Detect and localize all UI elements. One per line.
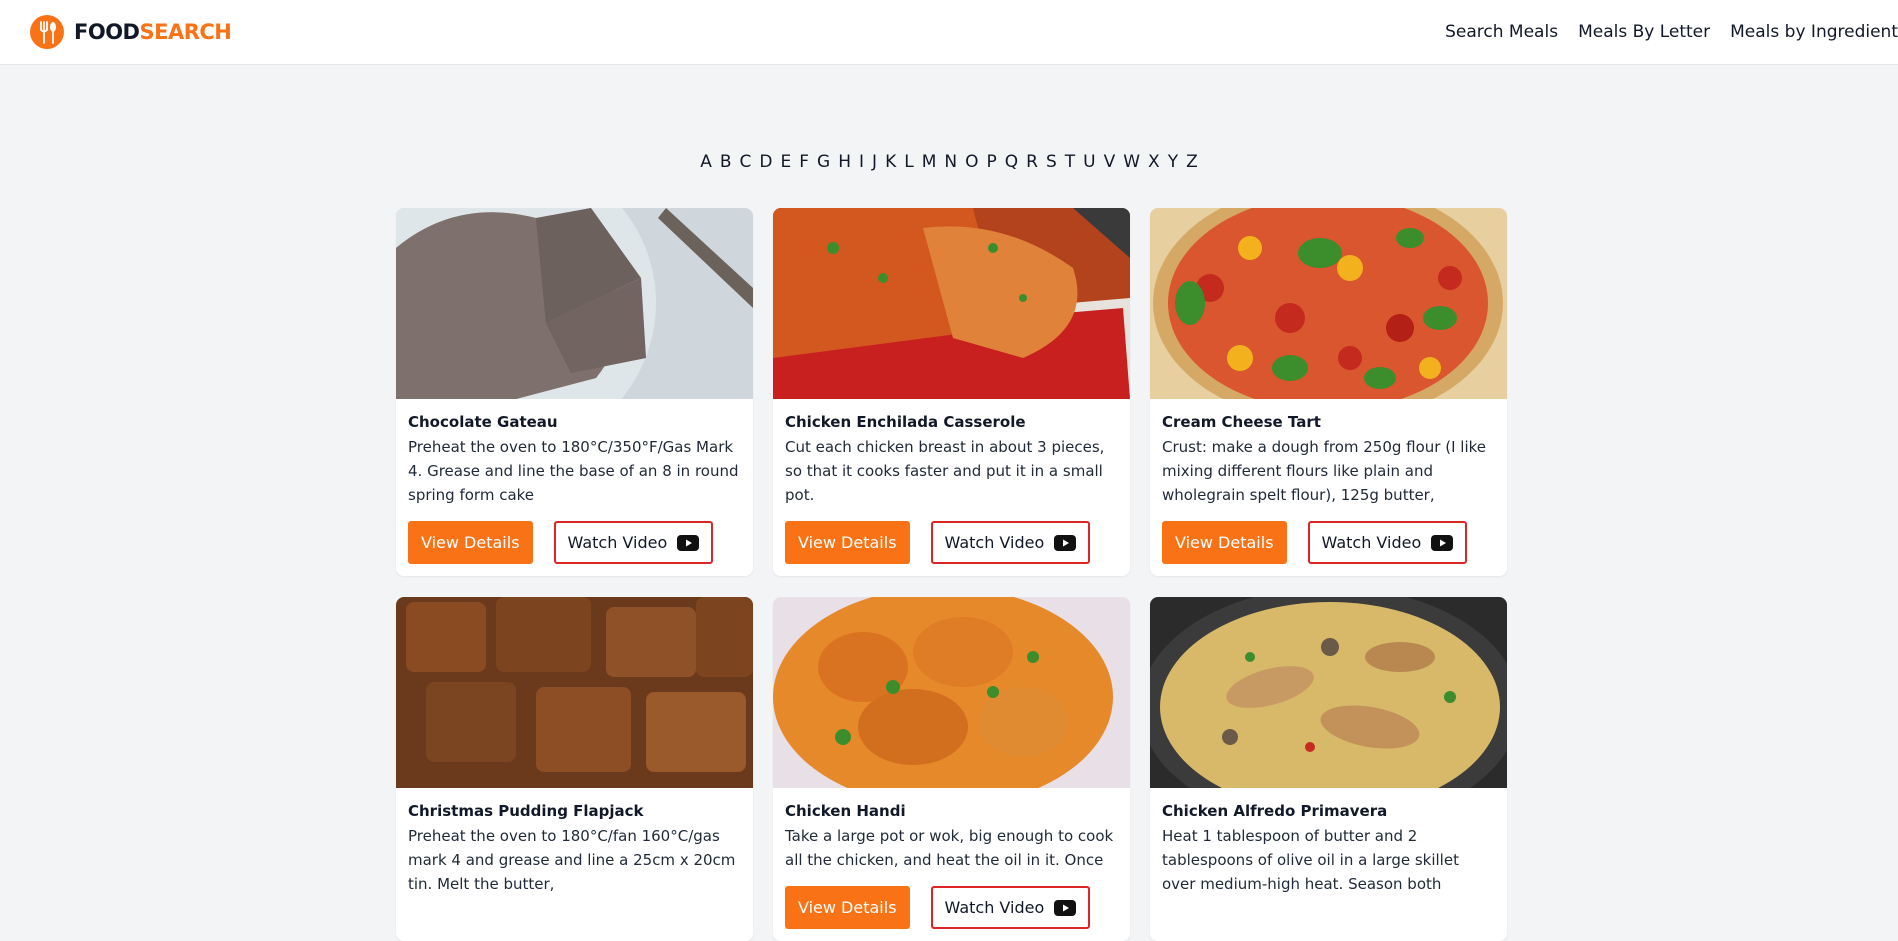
letter-link[interactable]: I	[857, 152, 866, 172]
letter-link[interactable]: K	[883, 152, 898, 172]
fork-spoon-icon	[30, 15, 64, 49]
letter-filter: A B C D E F G H I J K L M N O P Q R S T …	[0, 152, 1898, 172]
view-details-button[interactable]: View Details	[1162, 521, 1287, 564]
brand-word-2: SEARCH	[139, 20, 232, 44]
meal-description: Preheat the oven to 180°C/fan 160°C/gas …	[408, 827, 736, 893]
letter-link[interactable]: J	[870, 152, 879, 172]
watch-video-label: Watch Video	[1321, 533, 1422, 552]
letter-link[interactable]: F	[797, 152, 811, 172]
letter-link[interactable]: P	[984, 152, 998, 172]
letter-link[interactable]: Q	[1003, 152, 1020, 172]
watch-video-button[interactable]: Watch Video	[930, 521, 1091, 564]
meal-image-chicken-handi[interactable]	[773, 597, 1130, 788]
meal-image-cream-cheese-tart[interactable]	[1150, 208, 1507, 399]
letter-link[interactable]: G	[815, 152, 832, 172]
letter-link[interactable]: E	[779, 152, 794, 172]
letter-link[interactable]: W	[1121, 152, 1142, 172]
meal-grid: Chocolate Gateau Preheat the oven to 180…	[396, 208, 1507, 941]
meal-image-christmas-pudding-flapjack[interactable]	[396, 597, 753, 788]
letter-link[interactable]: Y	[1166, 152, 1180, 172]
meal-card: Christmas Pudding Flapjack Preheat the o…	[396, 597, 753, 941]
meal-title: Chicken Alfredo Primavera	[1162, 802, 1388, 820]
brand-name: FOODSEARCH	[74, 20, 232, 44]
letter-link[interactable]: C	[738, 152, 754, 172]
meal-image-chicken-alfredo-primavera[interactable]	[1150, 597, 1507, 788]
meal-card: Chicken Handi Take a large pot or wok, b…	[773, 597, 1130, 941]
meal-description: Heat 1 tablespoon of butter and 2 tables…	[1162, 827, 1459, 893]
top-header: FOODSEARCH Search Meals Meals By Letter …	[0, 0, 1898, 65]
meal-description: Crust: make a dough from 250g flour (I l…	[1162, 438, 1487, 504]
meal-title: Chicken Enchilada Casserole	[785, 413, 1026, 431]
letter-link[interactable]: N	[942, 152, 959, 172]
view-details-button[interactable]: View Details	[785, 886, 910, 929]
view-details-button[interactable]: View Details	[408, 521, 533, 564]
watch-video-label: Watch Video	[944, 898, 1045, 917]
meal-description: Take a large pot or wok, big enough to c…	[785, 827, 1114, 869]
letter-link[interactable]: O	[963, 152, 980, 172]
letter-link[interactable]: V	[1102, 152, 1118, 172]
meal-card: Chicken Enchilada Casserole Cut each chi…	[773, 208, 1130, 576]
meal-title: Chocolate Gateau	[408, 413, 558, 431]
letter-link[interactable]: U	[1081, 152, 1097, 172]
watch-video-button[interactable]: Watch Video	[553, 521, 714, 564]
meal-image-chicken-enchilada-casserole[interactable]	[773, 208, 1130, 399]
meal-title: Chicken Handi	[785, 802, 906, 820]
meal-description: Preheat the oven to 180°C/350°F/Gas Mark…	[408, 438, 739, 504]
meal-title: Cream Cheese Tart	[1162, 413, 1321, 431]
nav-meals-by-ingredient[interactable]: Meals by Ingredient	[1730, 22, 1898, 42]
letter-link[interactable]: Z	[1184, 152, 1200, 172]
brand-word-1: FOOD	[74, 20, 140, 44]
youtube-icon	[1431, 534, 1454, 551]
meal-title: Christmas Pudding Flapjack	[408, 802, 644, 820]
main-nav: Search Meals Meals By Letter Meals by In…	[1445, 22, 1898, 42]
youtube-icon	[1054, 899, 1077, 916]
letter-link[interactable]: B	[718, 152, 734, 172]
letter-link[interactable]: S	[1044, 152, 1059, 172]
youtube-icon	[1054, 534, 1077, 551]
letter-link[interactable]: R	[1024, 152, 1040, 172]
letter-link[interactable]: M	[920, 152, 939, 172]
meal-card: Chicken Alfredo Primavera Heat 1 tablesp…	[1150, 597, 1507, 941]
watch-video-button[interactable]: Watch Video	[930, 886, 1091, 929]
view-details-button[interactable]: View Details	[785, 521, 910, 564]
watch-video-label: Watch Video	[567, 533, 668, 552]
letter-link[interactable]: H	[836, 152, 853, 172]
logo[interactable]: FOODSEARCH	[29, 14, 232, 50]
nav-search-meals[interactable]: Search Meals	[1445, 22, 1558, 42]
meal-description: Cut each chicken breast in about 3 piece…	[785, 438, 1105, 504]
letter-link[interactable]: T	[1063, 152, 1077, 172]
letter-link[interactable]: L	[902, 152, 915, 172]
letter-link[interactable]: A	[698, 152, 714, 172]
nav-meals-by-letter[interactable]: Meals By Letter	[1578, 22, 1710, 42]
meal-card: Cream Cheese Tart Crust: make a dough fr…	[1150, 208, 1507, 576]
watch-video-label: Watch Video	[944, 533, 1045, 552]
youtube-icon	[677, 534, 700, 551]
meal-image-chocolate-gateau[interactable]	[396, 208, 753, 399]
letter-link[interactable]: D	[757, 152, 774, 172]
meal-card: Chocolate Gateau Preheat the oven to 180…	[396, 208, 753, 576]
letter-link[interactable]: X	[1146, 152, 1162, 172]
watch-video-button[interactable]: Watch Video	[1307, 521, 1468, 564]
